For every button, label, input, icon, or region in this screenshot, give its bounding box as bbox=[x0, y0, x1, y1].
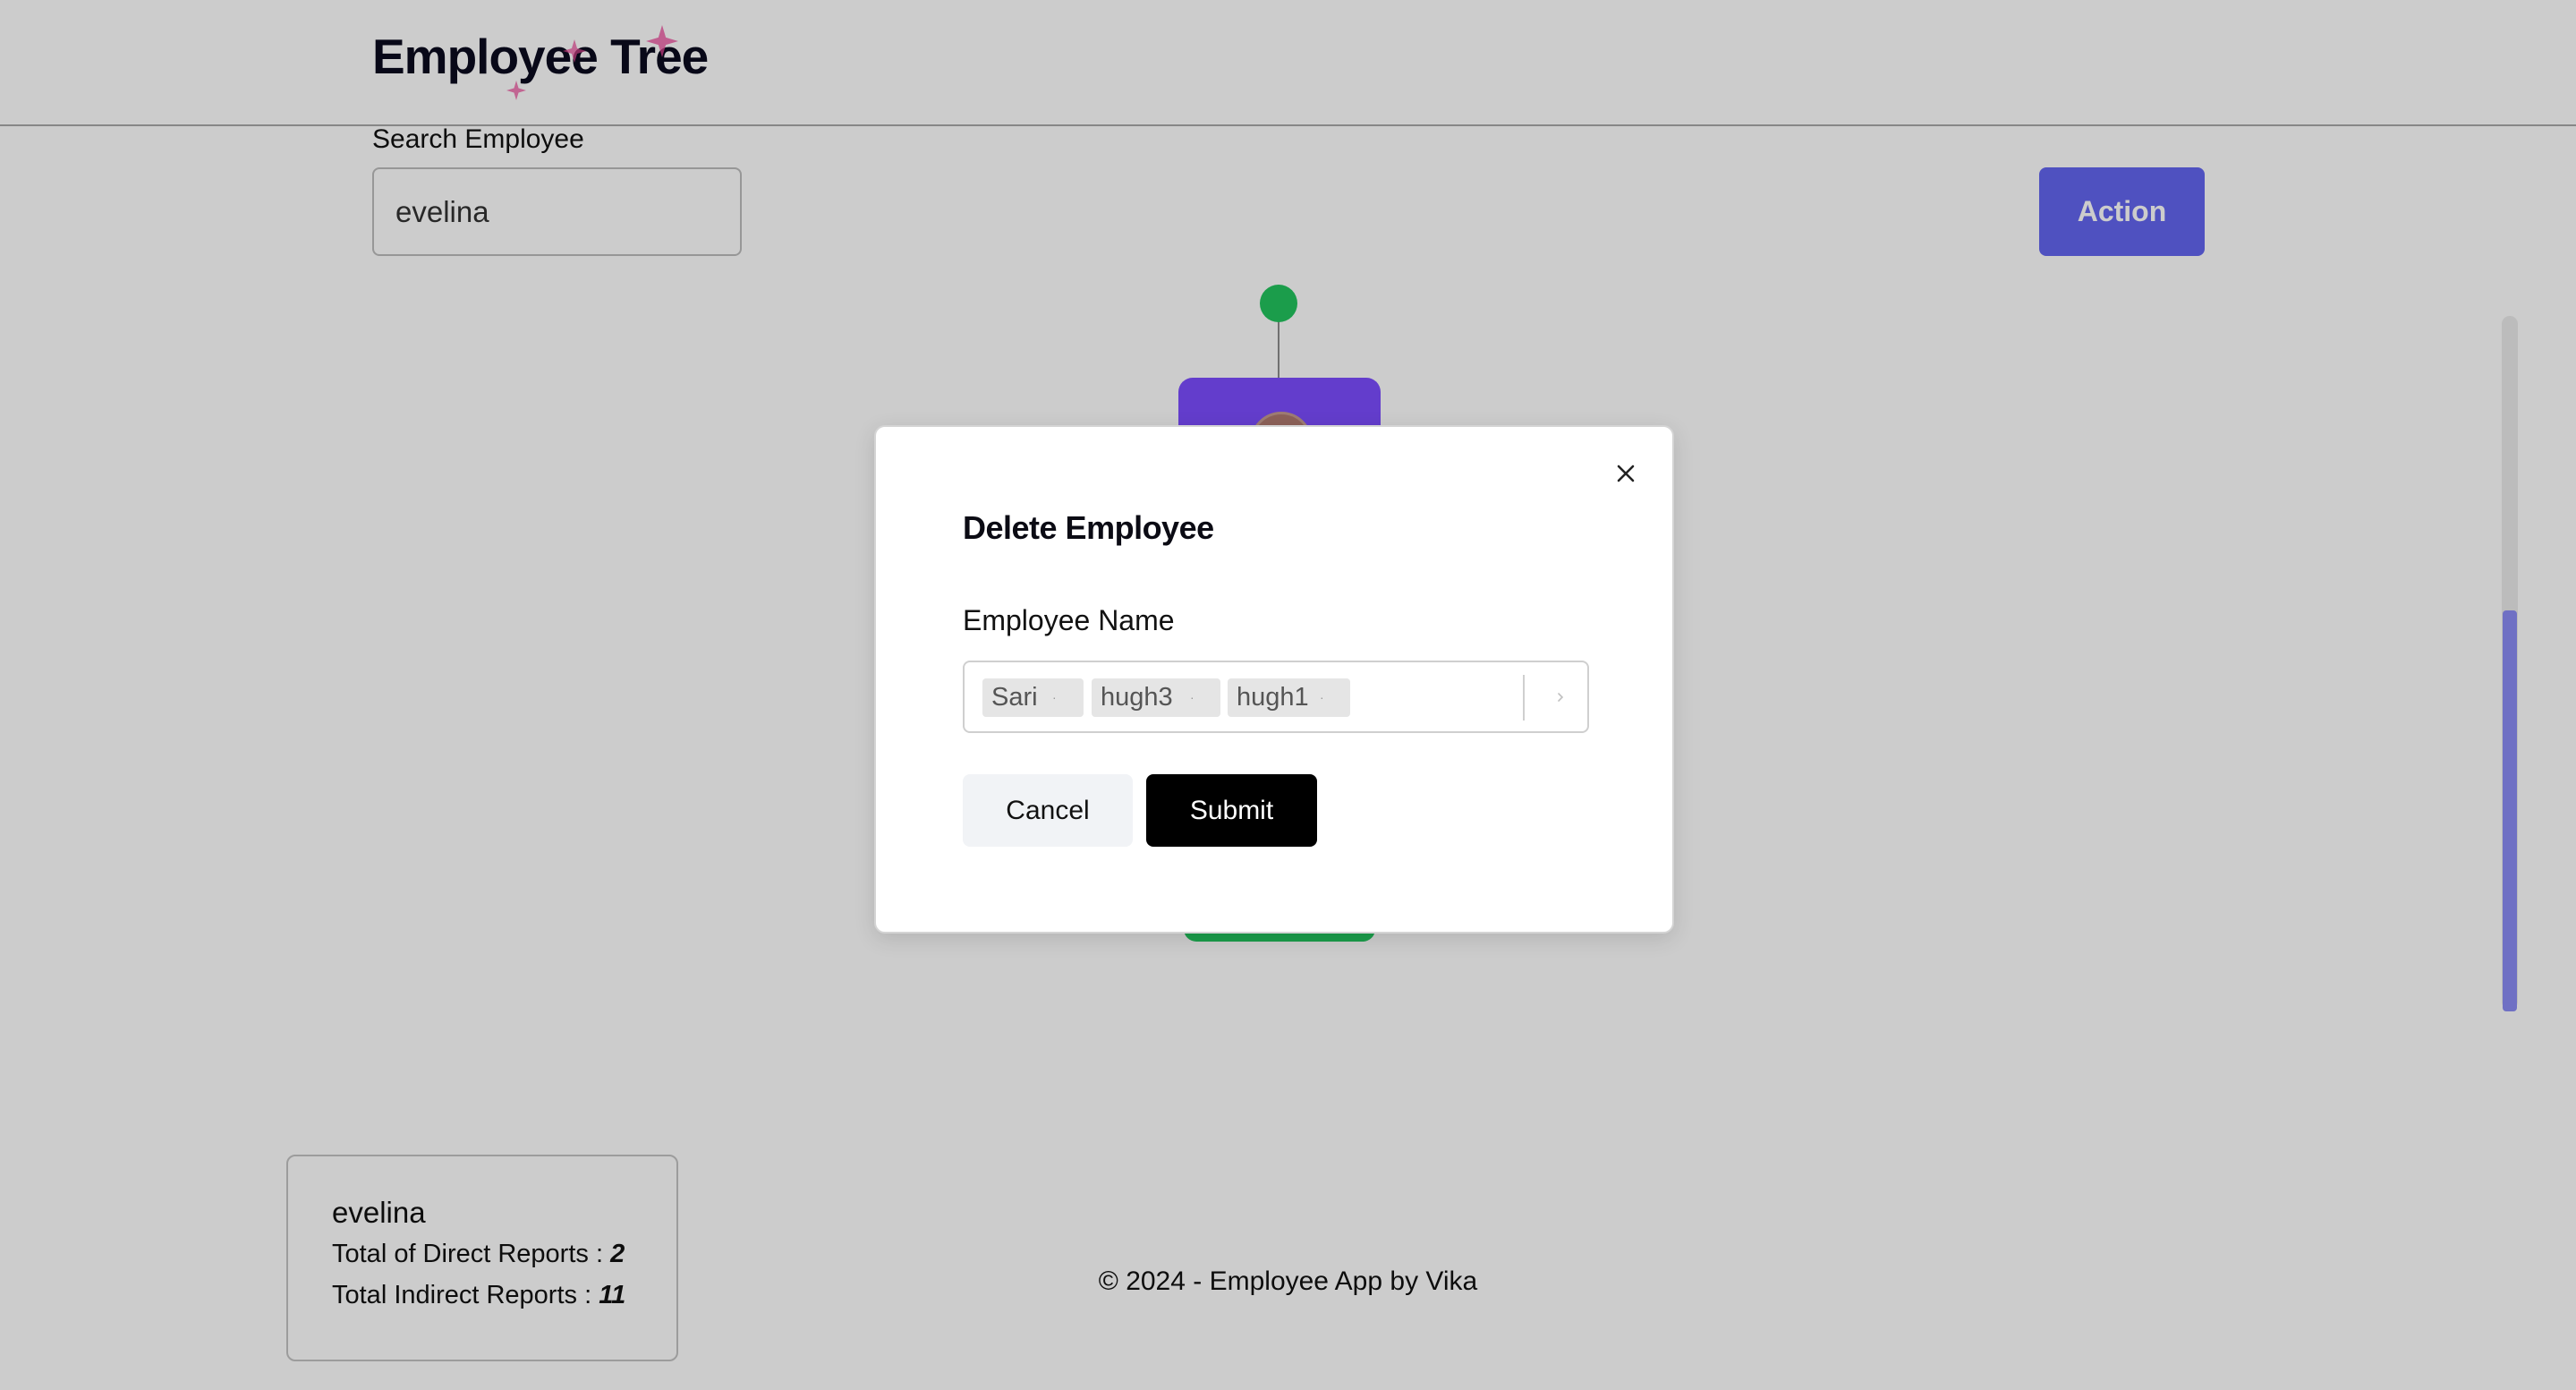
dialog-title: Delete Employee bbox=[963, 509, 1214, 546]
close-button[interactable] bbox=[1608, 456, 1644, 491]
select-separator bbox=[1523, 675, 1525, 721]
cancel-button[interactable]: Cancel bbox=[963, 774, 1133, 847]
remove-icon[interactable]: · bbox=[1190, 678, 1194, 717]
selected-chip: Sari · bbox=[982, 678, 1084, 717]
close-icon bbox=[1617, 465, 1635, 482]
chevron-right-icon[interactable] bbox=[1547, 684, 1574, 711]
employee-multi-select[interactable]: Sari · hugh3 · hugh1 · bbox=[963, 661, 1589, 733]
employee-name-label: Employee Name bbox=[963, 604, 1175, 636]
remove-icon[interactable]: · bbox=[1320, 678, 1324, 717]
chip-label: hugh1 bbox=[1237, 683, 1309, 712]
remove-icon[interactable]: · bbox=[1052, 678, 1057, 717]
selected-chip: hugh3 · bbox=[1092, 678, 1220, 717]
selected-chip: hugh1 · bbox=[1228, 678, 1350, 717]
submit-button[interactable]: Submit bbox=[1146, 774, 1317, 847]
chip-label: hugh3 bbox=[1101, 683, 1173, 712]
delete-employee-dialog: Delete Employee Employee Name Sari · hug… bbox=[874, 425, 1674, 934]
chip-label: Sari bbox=[991, 683, 1038, 712]
